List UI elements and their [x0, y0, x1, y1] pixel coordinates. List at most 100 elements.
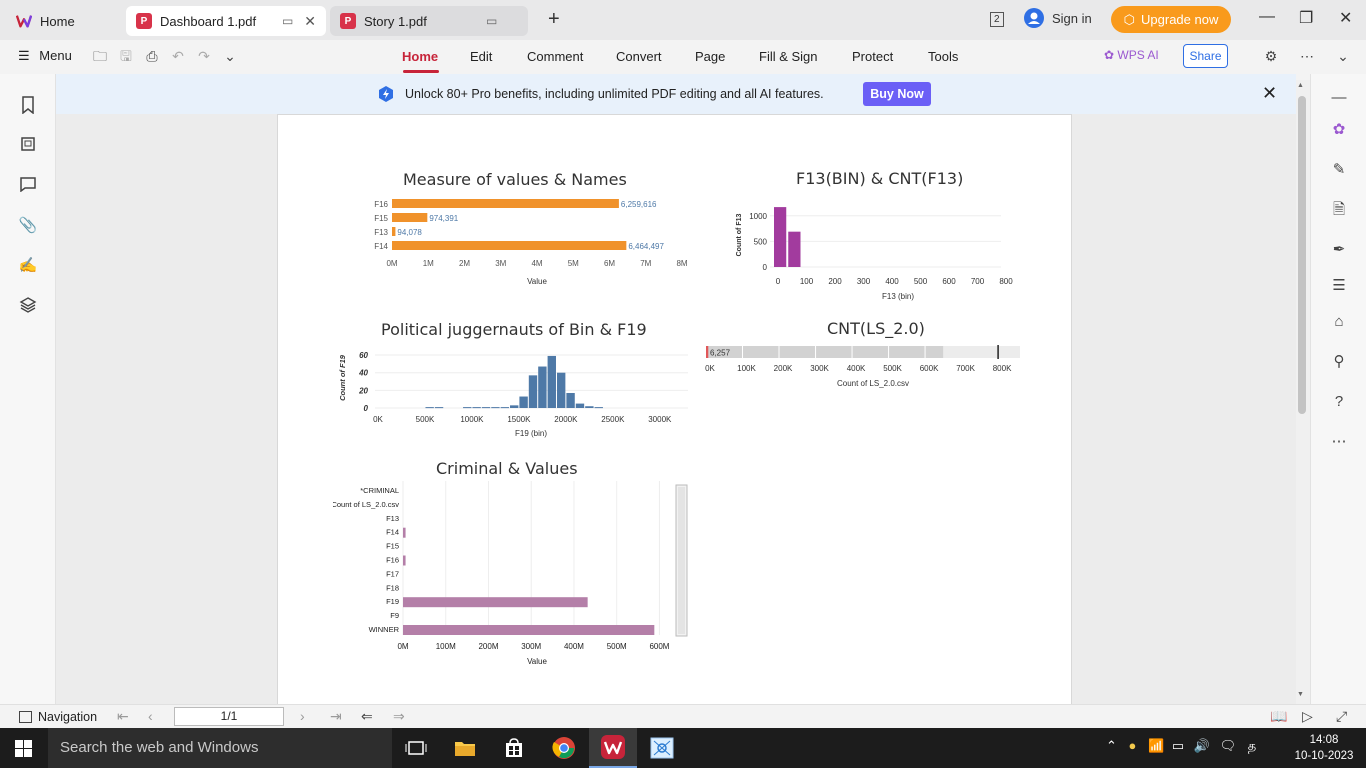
chart2-y-axis-label: Count of F13 — [736, 214, 743, 257]
more-options-icon[interactable]: ⋯ — [1298, 47, 1316, 65]
chart4-x-tick: 600K — [920, 364, 939, 373]
print-icon[interactable]: ⎙ — [143, 47, 161, 65]
close-banner-icon[interactable]: ✕ — [1262, 83, 1277, 104]
wps-ai-button[interactable]: ✿ WPS AI — [1104, 48, 1159, 62]
tab-page[interactable]: Page — [695, 49, 725, 64]
compare-columns-icon[interactable]: ☰ — [1329, 276, 1349, 296]
chart5-category-label: F15 — [386, 542, 399, 551]
tab-convert[interactable]: Convert — [616, 49, 662, 64]
promo-banner: Unlock 80+ Pro benefits, including unlim… — [56, 74, 1296, 114]
signature-icon[interactable]: ✍ — [18, 256, 38, 276]
document-viewport[interactable]: Measure of values & Names F16 6,259,616 F1… — [56, 114, 1296, 704]
bookmark-icon[interactable] — [18, 96, 38, 116]
chrome-icon[interactable] — [540, 728, 588, 768]
scroll-down-arrow-icon[interactable]: ▼ — [1297, 691, 1304, 698]
play-slideshow-icon[interactable]: ▷ — [1302, 708, 1313, 725]
language-icon[interactable]: த — [1248, 738, 1256, 753]
snipping-tool-icon[interactable] — [638, 728, 686, 768]
notifications-icon[interactable]: 🗨 — [1220, 738, 1237, 753]
prev-page-icon[interactable]: ‹ — [148, 708, 153, 724]
tab-tools[interactable]: Tools — [928, 49, 958, 64]
save-icon[interactable]: 🖫 — [117, 47, 135, 65]
sign-pen-icon[interactable]: ✒ — [1329, 240, 1349, 260]
tab-protect[interactable]: Protect — [852, 49, 893, 64]
help-icon[interactable]: ? — [1329, 392, 1349, 412]
file-explorer-icon[interactable] — [441, 728, 489, 768]
last-page-icon[interactable]: ⇥ — [330, 708, 342, 725]
new-tab-plus-icon[interactable]: + — [548, 8, 560, 31]
buy-now-button[interactable]: Buy Now — [863, 82, 931, 106]
battery-icon[interactable]: ▭ — [1172, 738, 1184, 753]
system-tray: ⌃ ● 📶 ▭ 🔊 🗨 த — [1106, 738, 1256, 755]
close-window-icon[interactable]: ✕ — [1339, 8, 1352, 28]
tab-home-ribbon[interactable]: Home — [402, 49, 438, 64]
taskbar-search-input[interactable]: Search the web and Windows — [48, 728, 392, 768]
wifi-icon[interactable]: 📶 — [1148, 738, 1164, 753]
settings-gear-icon[interactable]: ⚙ — [1262, 47, 1280, 65]
system-clock[interactable]: 14:08 10-10-2023 — [1289, 732, 1359, 764]
comment-icon[interactable] — [18, 176, 38, 196]
navigation-toggle[interactable]: Navigation — [38, 710, 97, 724]
windows-start-icon[interactable] — [15, 740, 32, 757]
collapse-chevron-icon[interactable]: ⌄ — [1334, 47, 1352, 65]
thumbnail-icon[interactable] — [18, 136, 38, 156]
volume-icon[interactable]: 🔊 — [1194, 738, 1210, 753]
chart4-x-tick: 800K — [993, 364, 1012, 373]
page-number-input[interactable]: 1/1 — [174, 707, 284, 726]
sign-in-button[interactable]: Sign in — [1024, 8, 1092, 28]
chart3-bar — [510, 405, 519, 408]
upgrade-now-button[interactable]: ⬡ Upgrade now — [1111, 6, 1231, 33]
restore-icon[interactable]: ❐ — [1299, 8, 1313, 28]
main-menu-button[interactable]: ☰ Menu — [18, 48, 72, 64]
collapse-panel-icon[interactable]: — — [1329, 88, 1349, 108]
page-count-badge[interactable]: 2 — [990, 12, 1004, 27]
convert-document-icon[interactable]: 🗎 — [1329, 200, 1349, 220]
chart2-y-tick: 0 — [763, 263, 768, 272]
tab-edit[interactable]: Edit — [470, 49, 492, 64]
share-button[interactable]: Share — [1183, 44, 1228, 68]
minimize-icon[interactable]: — — [1259, 8, 1275, 26]
open-folder-icon[interactable]: 🗀 — [91, 47, 109, 65]
edit-pencil-icon[interactable]: ✎ — [1329, 160, 1349, 180]
tab-story-pdf[interactable]: P Story 1.pdf ▭ — [330, 6, 528, 36]
tray-app-icon[interactable]: ● — [1129, 738, 1137, 753]
monitor-icon[interactable]: ▭ — [282, 14, 293, 28]
task-view-icon[interactable] — [392, 728, 440, 768]
ai-assistant-icon[interactable]: ✿ — [1329, 120, 1349, 140]
chart1-x-axis-label: Value — [527, 277, 547, 286]
scrollbar-thumb[interactable] — [1298, 96, 1306, 414]
search-icon[interactable]: ⚲ — [1329, 352, 1349, 372]
chart5-category-label: F17 — [386, 569, 399, 578]
tab-dashboard-pdf[interactable]: P Dashboard 1.pdf ▭ ✕ — [126, 6, 326, 36]
chart3-bar — [528, 375, 538, 408]
scroll-up-arrow-icon[interactable]: ▲ — [1297, 82, 1304, 89]
navigation-panel-icon[interactable] — [19, 711, 32, 723]
back-view-icon[interactable]: ⇐ — [361, 708, 373, 725]
wps-office-taskbar-icon[interactable] — [589, 728, 637, 768]
tab-fill-sign[interactable]: Fill & Sign — [759, 49, 818, 64]
forward-view-icon[interactable]: ⇒ — [393, 708, 405, 725]
menu-label: Menu — [39, 48, 72, 63]
monitor-icon[interactable]: ▭ — [486, 14, 497, 28]
attachment-icon[interactable]: 📎 — [18, 216, 38, 236]
stamp-icon[interactable]: ⌂ — [1329, 312, 1349, 332]
undo-icon[interactable]: ↶ — [169, 47, 187, 65]
chart1-title: Measure of values & Names — [403, 170, 627, 189]
page-count-value: 2 — [994, 14, 1000, 25]
next-page-icon[interactable]: › — [300, 708, 305, 724]
close-tab-icon[interactable]: ✕ — [304, 13, 316, 30]
more-chevron-down-icon[interactable]: ⌄ — [221, 47, 239, 65]
first-page-icon[interactable]: ⇤ — [117, 708, 129, 725]
tab-comment[interactable]: Comment — [527, 49, 583, 64]
chart3-bar — [463, 407, 472, 409]
fullscreen-icon[interactable]: ⤢ — [1336, 708, 1347, 725]
layers-icon[interactable] — [18, 296, 38, 316]
chart3-x-tick: 0K — [373, 415, 383, 424]
store-icon[interactable] — [490, 728, 538, 768]
redo-icon[interactable]: ↷ — [195, 47, 213, 65]
chart1-x-tick: 6M — [604, 259, 615, 268]
tab-home[interactable]: Home — [6, 6, 122, 36]
show-hidden-icons-chevron[interactable]: ⌃ — [1106, 738, 1117, 753]
more-dots-icon[interactable]: ⋯ — [1329, 432, 1349, 452]
reading-mode-icon[interactable]: 📖 — [1270, 708, 1287, 725]
